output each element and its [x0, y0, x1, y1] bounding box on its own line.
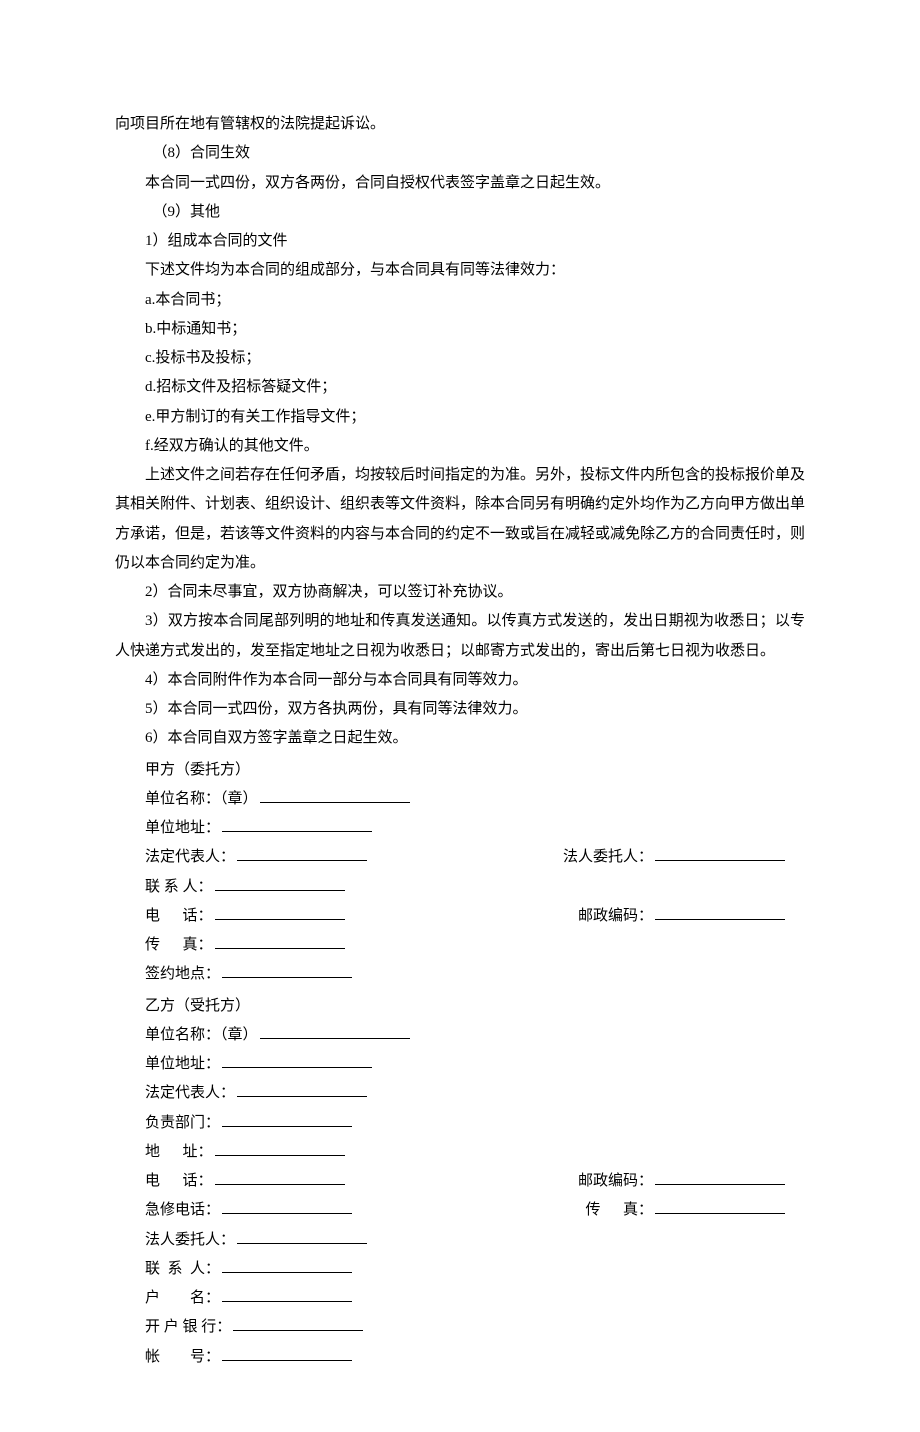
blank-field	[215, 1170, 345, 1185]
fax-label: 传 真：	[585, 1202, 653, 1218]
contact-label: 联 系 人：	[145, 1255, 220, 1284]
list-item: d.招标文件及招标答疑文件；	[115, 373, 805, 402]
blank-field	[222, 1199, 352, 1214]
party-b-header: 乙方（受托方）	[145, 992, 250, 1021]
para: 6）本合同自双方签字盖章之日起生效。	[115, 724, 805, 753]
acct-no-label: 帐 号：	[145, 1343, 220, 1372]
unit-name-label: 单位名称：（章）	[145, 785, 258, 814]
para: 4）本合同附件作为本合同一部分与本合同具有同等效力。	[115, 666, 805, 695]
document-body: 向项目所在地有管辖权的法院提起诉讼。 （8）合同生效 本合同一式四份，双方各两份…	[115, 110, 805, 754]
blank-field	[215, 905, 345, 920]
unit-addr-label: 单位地址：	[145, 814, 220, 843]
unit-addr-label: 单位地址：	[145, 1050, 220, 1079]
para: 3）双方按本合同尾部列明的地址和传真发送通知。以传真方式发送的，发出日期视为收悉…	[115, 607, 805, 666]
blank-field	[222, 963, 352, 978]
blank-field	[215, 1141, 345, 1156]
bank-label: 开 户 银 行：	[145, 1313, 231, 1342]
legal-rep-label: 法定代表人：	[145, 843, 235, 872]
blank-field	[260, 1024, 410, 1039]
contact-label: 联 系 人：	[145, 873, 213, 902]
list-item: c.投标书及投标；	[115, 344, 805, 373]
blank-field	[237, 1082, 367, 1097]
signature-block-a: 甲方（委托方） 单位名称：（章） 单位地址： 法定代表人： 法人委托人： 联 系…	[115, 756, 805, 990]
postcode-label: 邮政编码：	[578, 908, 653, 924]
phone-label: 电 话：	[145, 902, 213, 931]
blank-field	[655, 846, 785, 861]
para: （8）合同生效	[115, 139, 805, 168]
blank-field	[222, 817, 372, 832]
signature-block-b: 乙方（受托方） 单位名称：（章） 单位地址： 法定代表人： 负责部门： 地 址：…	[115, 992, 805, 1372]
list-item: f.经双方确认的其他文件。	[115, 432, 805, 461]
sign-place-label: 签约地点：	[145, 960, 220, 989]
para: 下述文件均为本合同的组成部分，与本合同具有同等法律效力：	[115, 256, 805, 285]
blank-field	[655, 1170, 785, 1185]
legal-agent-label: 法人委托人：	[563, 849, 653, 865]
blank-field	[237, 846, 367, 861]
para: 5）本合同一式四份，双方各执两份，具有同等法律效力。	[115, 695, 805, 724]
blank-field	[222, 1053, 372, 1068]
blank-field	[222, 1287, 352, 1302]
para: 2）合同未尽事宜，双方协商解决，可以签订补充协议。	[115, 578, 805, 607]
blank-field	[222, 1258, 352, 1273]
para: （9）其他	[115, 198, 805, 227]
blank-field	[215, 934, 345, 949]
unit-name-label: 单位名称：（章）	[145, 1021, 258, 1050]
acct-name-label: 户 名：	[145, 1284, 220, 1313]
postcode-label: 邮政编码：	[578, 1173, 653, 1189]
list-item: b.中标通知书；	[115, 315, 805, 344]
para: 向项目所在地有管辖权的法院提起诉讼。	[115, 110, 805, 139]
party-a-header: 甲方（委托方）	[145, 756, 250, 785]
legal-agent-label: 法人委托人：	[145, 1226, 235, 1255]
fax-label: 传 真：	[145, 931, 213, 960]
para: 本合同一式四份，双方各两份，合同自授权代表签字盖章之日起生效。	[115, 169, 805, 198]
emerg-phone-label: 急修电话：	[145, 1196, 220, 1225]
blank-field	[655, 1199, 785, 1214]
blank-field	[215, 876, 345, 891]
blank-field	[222, 1346, 352, 1361]
blank-field	[222, 1112, 352, 1127]
blank-field	[233, 1316, 363, 1331]
blank-field	[260, 788, 410, 803]
blank-field	[237, 1229, 367, 1244]
para: 上述文件之间若存在任何矛盾，均按较后时间指定的为准。另外，投标文件内所包含的投标…	[115, 461, 805, 578]
addr-label: 地 址：	[145, 1138, 213, 1167]
para: 1）组成本合同的文件	[115, 227, 805, 256]
list-item: e.甲方制订的有关工作指导文件；	[115, 403, 805, 432]
phone-label: 电 话：	[145, 1167, 213, 1196]
dept-label: 负责部门：	[145, 1109, 220, 1138]
legal-rep-label: 法定代表人：	[145, 1079, 235, 1108]
blank-field	[655, 905, 785, 920]
list-item: a.本合同书；	[115, 286, 805, 315]
